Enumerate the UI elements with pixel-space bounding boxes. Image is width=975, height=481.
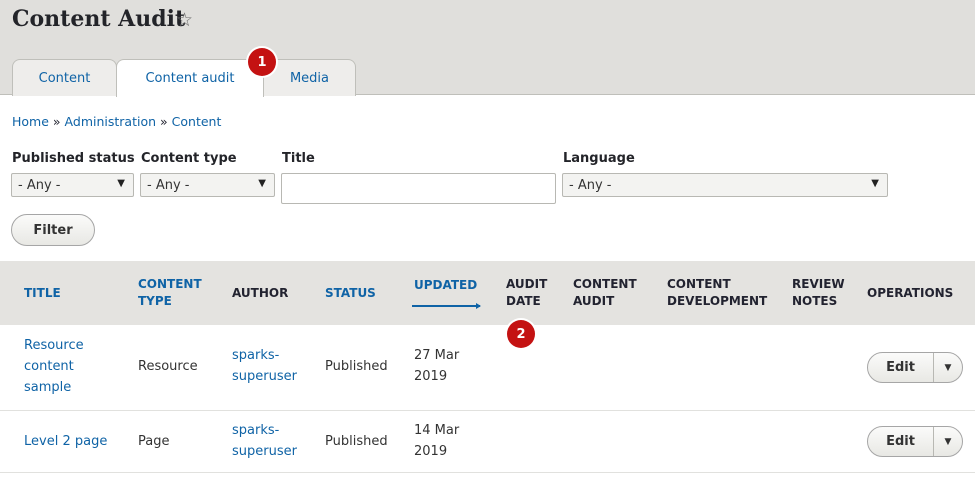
page-title: Content Audit [12,6,186,32]
header-line: CONTENT [138,277,202,291]
author-line: sparks- [232,423,280,438]
column-header-updated[interactable]: UPDATED [414,277,477,294]
edit-dropbutton: Edit ▼ [867,352,963,383]
row-status: Published [325,434,388,449]
content-type-select[interactable]: - Any - ▼ [140,173,275,197]
title-line: content [24,359,74,374]
breadcrumb-content[interactable]: Content [172,114,222,129]
updated-line: 2019 [414,369,448,384]
header-line: DATE [506,294,541,308]
column-header-status[interactable]: STATUS [325,285,376,302]
chevron-down-icon[interactable]: ▼ [934,427,962,456]
updated-line: 2019 [414,444,448,459]
sort-arrow-icon [476,303,481,309]
title-line: sample [24,380,72,395]
author-line: superuser [232,369,297,384]
header-line: NOTES [792,294,838,308]
page-header: Content Audit ☆ Content Content audit Me… [0,0,975,97]
column-header-title[interactable]: TITLE [24,285,61,302]
breadcrumb-home[interactable]: Home [12,114,49,129]
row-author-link[interactable]: sparks- superuser [232,345,297,387]
column-header-content-development: CONTENT DEVELOPMENT [667,276,767,310]
edit-button[interactable]: Edit [868,427,934,456]
row-title-link[interactable]: Level 2 page [24,431,107,452]
header-line: REVIEW [792,277,845,291]
header-line: AUDIT [573,294,615,308]
dropdown-arrow-icon: ▼ [117,178,125,189]
header-line: AUDIT [506,277,548,291]
column-header-review-notes: REVIEW NOTES [792,276,845,310]
breadcrumb-separator: » [160,114,168,129]
table-row: Level 2 page Page sparks- superuser Publ… [0,411,975,473]
tab-content[interactable]: Content [12,59,117,96]
row-author-link[interactable]: sparks- superuser [232,420,297,462]
dropdown-arrow-icon: ▼ [871,178,879,189]
row-updated: 27 Mar 2019 [414,345,459,387]
breadcrumb-separator: » [52,114,61,129]
column-header-content-type[interactable]: CONTENT TYPE [138,276,202,310]
tab-media[interactable]: Media [263,59,356,96]
filter-button[interactable]: Filter [11,214,95,246]
published-status-select[interactable]: - Any - ▼ [11,173,134,197]
content-type-value: - Any - [147,177,190,193]
row-updated: 14 Mar 2019 [414,420,459,462]
updated-line: 27 Mar [414,348,460,363]
row-status: Published [325,359,388,374]
language-label: Language [563,151,635,166]
annotation-badge-2: 2 [507,320,535,348]
row-title-link[interactable]: Resource content sample [24,335,84,398]
published-status-label: Published status [12,151,135,166]
title-filter-label: Title [282,151,315,166]
row-content-type: Resource [138,359,198,374]
edit-dropbutton: Edit ▼ [867,426,963,457]
column-header-audit-date: AUDIT DATE [506,276,547,310]
updated-line: 14 Mar [414,423,460,438]
table-row: Resource content sample Resource sparks-… [0,325,975,411]
title-filter-input[interactable] [281,173,556,204]
tab-content-audit[interactable]: Content audit [116,59,264,97]
published-status-value: - Any - [18,177,61,193]
breadcrumb: Home » Administration » Content [12,114,221,129]
chevron-down-icon[interactable]: ▼ [934,353,962,382]
header-line: TYPE [138,294,172,308]
column-header-operations: OPERATIONS [867,286,954,300]
header-line: CONTENT [667,277,731,291]
author-line: sparks- [232,348,280,363]
author-line: superuser [232,444,297,459]
column-header-content-audit: CONTENT AUDIT [573,276,637,310]
row-content-type: Page [138,434,170,449]
breadcrumb-administration[interactable]: Administration [65,114,156,129]
column-header-author: AUTHOR [232,286,289,300]
dropdown-arrow-icon: ▼ [258,178,266,189]
header-line: DEVELOPMENT [667,294,768,308]
annotation-badge-1: 1 [248,48,276,76]
title-line: Resource [24,338,84,353]
sort-indicator [412,305,480,307]
content-type-label: Content type [141,151,237,166]
header-line: CONTENT [573,277,637,291]
language-value: - Any - [569,177,612,193]
language-select[interactable]: - Any - ▼ [562,173,888,197]
edit-button[interactable]: Edit [868,353,934,382]
star-icon[interactable]: ☆ [176,9,193,31]
